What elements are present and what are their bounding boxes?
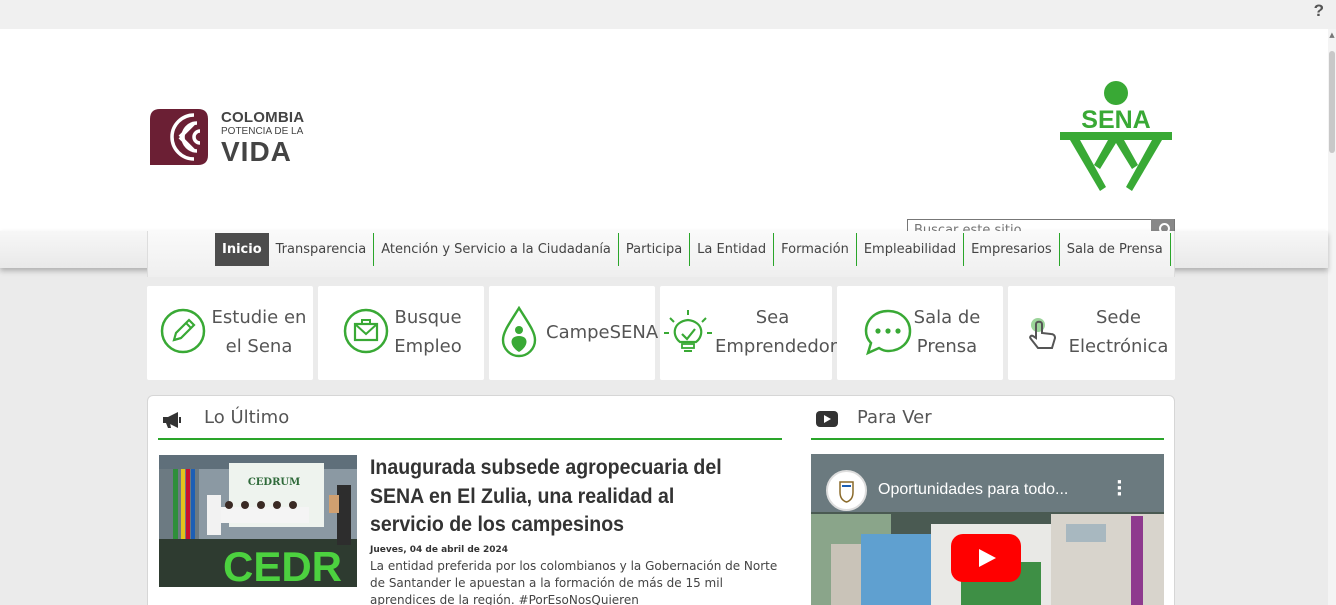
browser-top-strip: ? [0,0,1336,29]
logo-text-colombia: COLOMBIA [221,109,305,126]
content-panel: Lo Último CEDRUM CEDR Inaugurada subsede… [147,395,1175,605]
megaphone-icon [163,412,181,428]
tile-label-line1: Sea [755,307,790,328]
watch-section-header: Para Ver [811,404,1164,440]
channel-avatar[interactable] [826,470,867,511]
video-player[interactable]: Oportunidades para todo... · · · [811,454,1164,605]
help-icon[interactable]: ? [1314,1,1324,21]
tile-busque-empleo[interactable]: Busque Empleo [318,286,484,380]
news-article-image[interactable]: CEDRUM CEDR [159,455,357,587]
tile-label-line2: Prensa [916,336,978,357]
tile-sala-de-prensa[interactable]: Sala de Prensa [837,286,1003,380]
tile-label-line1: Busque [394,307,462,328]
play-button[interactable] [951,534,1021,582]
tile-estudie-en-el-sena[interactable]: Estudie en el Sena [147,286,313,380]
colombia-potencia-de-la-vida-logo[interactable]: COLOMBIA POTENCIA DE LA VIDA [150,109,315,167]
sena-logo-icon: SENA [1060,81,1172,191]
watch-section-title: Para Ver [857,407,932,428]
more-vert-icon[interactable]: · · · [1116,474,1124,504]
lightbulb-icon [664,310,712,352]
play-icon [979,549,996,567]
coat-of-arms-icon [839,481,854,503]
latest-section-header: Lo Último [158,404,782,440]
news-headline-link[interactable]: Inaugurada subsede agropecuaria del SENA… [370,454,751,540]
colombia-logo-mark-icon [150,109,208,165]
nav-list: Inicio Transparencia Atención y Servicio… [215,233,1171,266]
touch-hand-icon [1029,318,1057,349]
tile-label-line2: el Sena [225,336,293,357]
news-date: Jueves, 04 de abril de 2024 [370,545,509,555]
sena-logo-text: SENA [1081,106,1150,134]
tile-label-line1: Estudie en [211,307,307,328]
scrollbar-thumb[interactable] [1329,51,1335,153]
tile-campesena[interactable]: CampeSENA [489,286,659,380]
nav-item-sala-de-prensa[interactable]: Sala de Prensa [1060,233,1171,266]
latest-section-title: Lo Último [204,407,290,428]
sena-logo[interactable]: SENA [1056,79,1176,197]
pencil-icon [160,308,206,354]
news-photo-sign-text: CEDRUM [248,477,300,488]
logo-text-vida: VIDA [221,136,292,167]
nav-item-transparencia[interactable]: Transparencia [269,233,375,266]
nav-item-empleabilidad[interactable]: Empleabilidad [857,233,965,266]
main-navigation: Inicio Transparencia Atención y Servicio… [0,231,1328,277]
video-title[interactable]: Oportunidades para todo... [878,481,1068,499]
tile-label-line2: Electrónica [1068,336,1169,357]
nav-item-atencion-ciudadania[interactable]: Atención y Servicio a la Ciudadanía [374,233,619,266]
nav-item-inicio[interactable]: Inicio [215,233,269,266]
nav-item-la-entidad[interactable]: La Entidad [690,233,775,266]
news-summary: La entidad preferida por los colombianos… [370,559,778,605]
quick-access-tiles: Estudie en el Sena Busque Empleo CampeSE… [147,286,1175,380]
tile-sede-electronica[interactable]: Sede Electrónica [1008,286,1175,380]
campesena-drop-icon [501,306,537,358]
tile-label-line2: Empleo [394,336,462,357]
tile-sea-emprendedor[interactable]: Sea Emprendedor [660,286,837,380]
site-header: COLOMBIA POTENCIA DE LA VIDA SENA [0,29,1328,241]
nav-container: Inicio Transparencia Atención y Servicio… [147,231,1175,277]
nav-item-formacion[interactable]: Formación [774,233,857,266]
chat-bubble-icon [864,309,912,356]
tile-label-line2: Emprendedor [715,336,838,357]
tile-label-line1: Sede [1096,307,1141,328]
news-photo: CEDRUM CEDR [159,455,357,587]
nav-item-empresarios[interactable]: Empresarios [964,233,1060,266]
page-scrollbar[interactable]: ▲ [1328,29,1336,605]
tile-label-line1: Sala de [913,307,981,328]
briefcase-icon [343,308,389,354]
youtube-play-icon [816,411,838,427]
news-photo-letters: CEDR [223,543,342,587]
scroll-up-icon[interactable]: ▲ [1328,31,1336,39]
tile-label-line1: CampeSENA [546,322,659,343]
nav-item-participa[interactable]: Participa [619,233,691,266]
